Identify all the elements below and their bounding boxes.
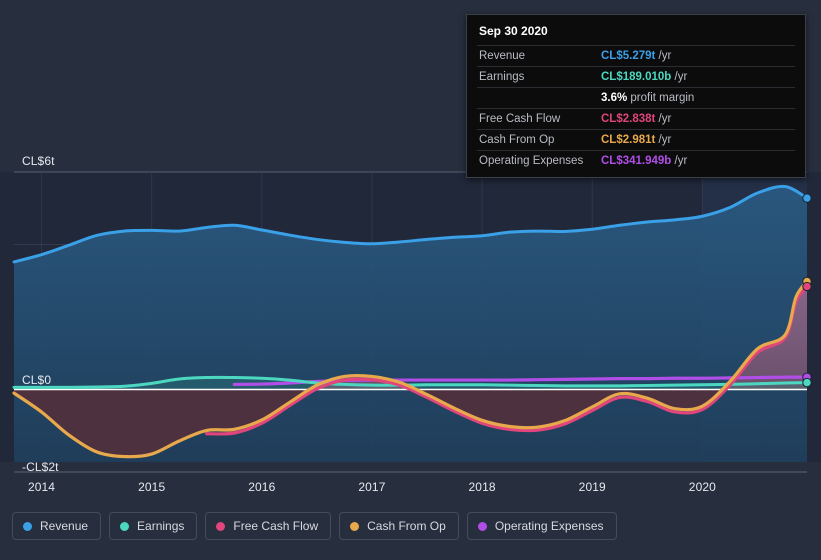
tooltip-value-unit: /yr xyxy=(655,113,672,125)
legend-label: Revenue xyxy=(40,519,89,533)
x-axis-tick-2018: 2018 xyxy=(468,480,496,494)
tooltip-margin-spacer xyxy=(477,87,599,109)
legend-item-revenue[interactable]: Revenue xyxy=(12,512,102,540)
legend-item-cash-from-op[interactable]: Cash From Op xyxy=(339,512,459,540)
legend-color-dot-icon xyxy=(23,521,32,531)
legend-item-free-cash-flow[interactable]: Free Cash Flow xyxy=(205,512,332,540)
data-tooltip: Sep 30 2020 Revenue CL$5.279t /yr Earnings… xyxy=(466,14,806,178)
endpoint-dot-revenue xyxy=(802,193,812,203)
tooltip-value-unit: /yr xyxy=(671,71,688,83)
legend-label: Earnings xyxy=(137,519,185,533)
tooltip-row: Cash From Op CL$2.981t /yr xyxy=(477,129,795,151)
x-axis-tick-2019: 2019 xyxy=(578,480,606,494)
tooltip-margin-label: profit margin xyxy=(627,92,695,104)
legend-color-dot-icon xyxy=(350,521,360,531)
legend-label: Operating Expenses xyxy=(494,519,604,533)
tooltip-margin-value-cell: 3.6% profit margin xyxy=(599,87,795,109)
tooltip-metric-value: CL$189.010b /yr xyxy=(599,66,795,88)
tooltip-row: Operating Expenses CL$341.949b /yr xyxy=(477,150,795,171)
x-axis-tick-2020: 2020 xyxy=(688,480,716,494)
tooltip-table: Revenue CL$5.279t /yr Earnings CL$189.010b … xyxy=(477,45,795,171)
x-axis-tick-2014: 2014 xyxy=(27,480,56,494)
legend-label: Cash From Op xyxy=(367,519,446,533)
tooltip-metric-value: CL$5.279t /yr xyxy=(599,45,795,67)
legend-color-dot-icon xyxy=(477,521,487,531)
tooltip-value-amount: CL$189.010b xyxy=(601,71,672,83)
y-axis-label-top: CL$6t xyxy=(22,154,55,168)
tooltip-metric-label: Operating Expenses xyxy=(477,150,599,171)
financial-chart-widget: CL$6t CL$0 -CL$2t 2014 2015 2016 2017 2018 20… xyxy=(0,0,821,560)
tooltip-metric-value: CL$2.981t /yr xyxy=(599,129,795,151)
tooltip-date: Sep 30 2020 xyxy=(479,24,548,38)
tooltip-row: Revenue CL$5.279t /yr xyxy=(477,45,795,67)
legend-item-operating-expenses[interactable]: Operating Expenses xyxy=(466,512,617,540)
tooltip-value-amount: CL$341.949b xyxy=(601,155,672,167)
tooltip-metric-label: Earnings xyxy=(477,66,599,88)
tooltip-metric-value: CL$2.838t /yr xyxy=(599,108,795,130)
x-axis-tick-2015: 2015 xyxy=(138,480,166,494)
legend-item-earnings[interactable]: Earnings xyxy=(109,512,198,540)
tooltip-margin-percent: 3.6% xyxy=(601,92,628,104)
tooltip-metric-label: Free Cash Flow xyxy=(477,108,599,130)
tooltip-metric-label: Revenue xyxy=(477,45,599,67)
x-axis-tick-2017: 2017 xyxy=(358,480,386,494)
tooltip-value-unit: /yr xyxy=(655,134,672,146)
tooltip-value-amount: CL$2.981t xyxy=(601,134,656,146)
tooltip-value-unit: /yr xyxy=(671,155,688,167)
y-axis-label-bottom: -CL$2t xyxy=(22,460,59,474)
x-axis-tick-2016: 2016 xyxy=(248,480,276,494)
chart-legend[interactable]: Revenue Earnings Free Cash Flow Cash From O… xyxy=(12,512,617,540)
legend-color-dot-icon xyxy=(120,521,130,531)
legend-color-dot-icon xyxy=(216,521,226,531)
tooltip-value-amount: CL$2.838t xyxy=(601,113,656,125)
tooltip-row: Free Cash Flow CL$2.838t /yr xyxy=(477,108,795,130)
tooltip-metric-label: Cash From Op xyxy=(477,129,599,151)
tooltip-row-profit-margin: 3.6% profit margin xyxy=(477,87,795,109)
tooltip-metric-value: CL$341.949b /yr xyxy=(599,150,795,171)
tooltip-value-unit: /yr xyxy=(655,50,672,62)
tooltip-value-amount: CL$5.279t xyxy=(601,50,656,62)
endpoint-dot-earnings xyxy=(802,377,812,388)
endpoint-dot-free-cash-flow xyxy=(802,281,812,292)
legend-label: Free Cash Flow xyxy=(233,519,319,533)
y-axis-label-zero: CL$0 xyxy=(22,372,52,387)
tooltip-row: Earnings CL$189.010b /yr xyxy=(477,66,795,88)
